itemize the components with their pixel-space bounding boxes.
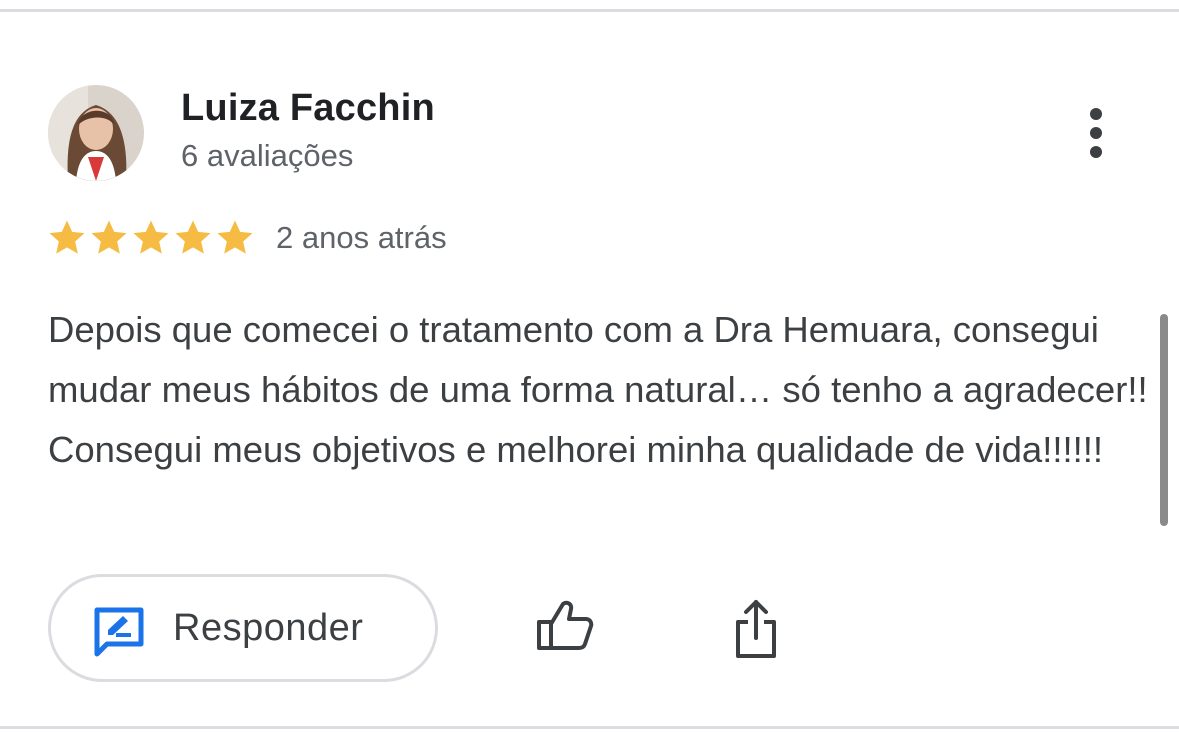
reply-edit-icon [94, 607, 144, 657]
more-options-button[interactable] [1074, 104, 1118, 164]
reviewer-avatar[interactable] [48, 85, 144, 181]
more-vertical-icon [1090, 108, 1102, 158]
like-button[interactable] [532, 596, 598, 662]
share-button[interactable] [726, 596, 786, 662]
share-icon [736, 600, 776, 658]
star-icon [217, 220, 253, 254]
reviewer-name[interactable]: Luiza Facchin [181, 87, 435, 130]
thumbs-up-icon [537, 600, 594, 650]
avatar-photo [48, 85, 144, 181]
review-time: 2 anos atrás [276, 220, 447, 255]
review-text: Depois que comecei o tratamento com a Dr… [48, 309, 1148, 470]
top-divider [0, 9, 1179, 12]
reviewer-review-count: 6 avaliações [181, 138, 354, 173]
reply-button[interactable]: Responder [48, 574, 438, 682]
bottom-divider [0, 726, 1179, 729]
star-icon [175, 220, 211, 254]
star-rating [47, 218, 255, 260]
reply-button-label: Responder [173, 607, 364, 649]
star-icon [49, 220, 85, 254]
star-icon [91, 220, 127, 254]
star-icon [133, 220, 169, 254]
scrollbar[interactable] [1160, 314, 1168, 526]
